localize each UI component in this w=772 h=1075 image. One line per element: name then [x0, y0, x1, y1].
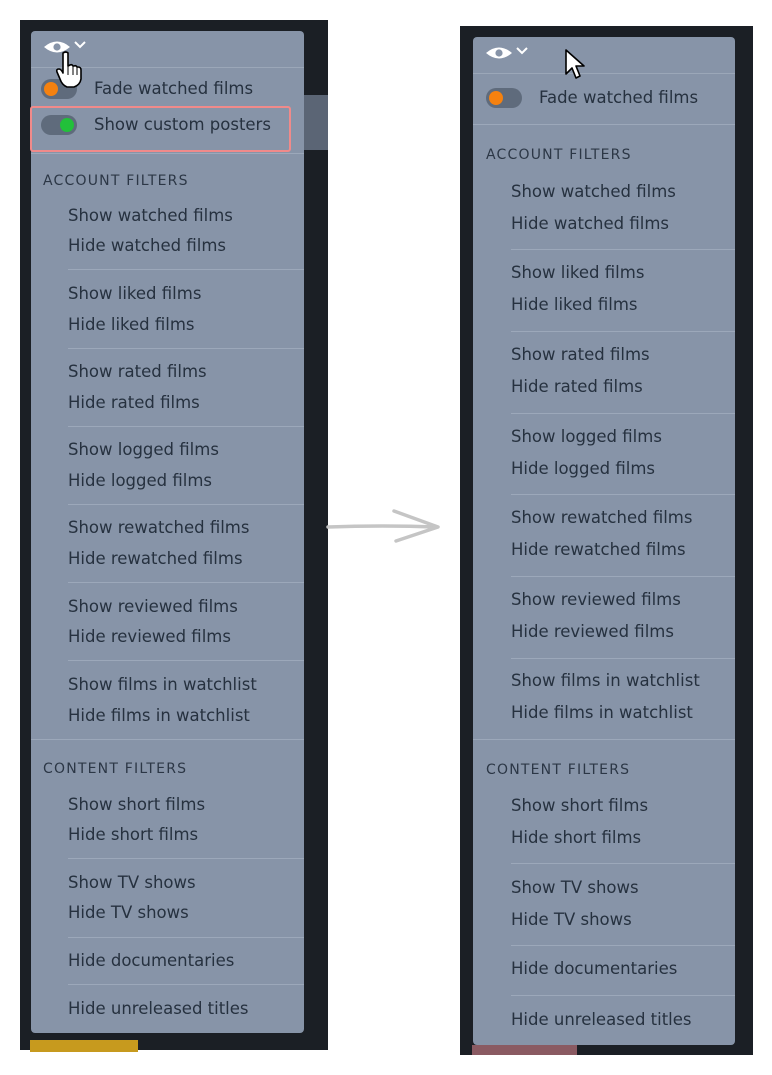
- arrow-cursor-icon: [565, 49, 585, 79]
- filter-item[interactable]: Hide logged films: [511, 459, 655, 478]
- filter-item[interactable]: Hide reviewed films: [68, 627, 231, 646]
- highlight-box: [30, 106, 291, 152]
- divider: [68, 348, 304, 349]
- filter-item[interactable]: Hide rewatched films: [68, 549, 243, 568]
- filter-item[interactable]: Show logged films: [68, 440, 219, 459]
- right-filter-menu: Fade watched films ACCOUNT FILTERS Show …: [473, 37, 735, 1045]
- filter-item[interactable]: Hide short films: [511, 828, 641, 847]
- divider: [68, 984, 304, 985]
- filter-item[interactable]: Show reviewed films: [511, 590, 681, 609]
- left-filter-menu: Fade watched films Show custom posters A…: [31, 31, 304, 1033]
- filter-item[interactable]: Show rated films: [68, 362, 207, 381]
- filter-item[interactable]: Hide rated films: [68, 393, 200, 412]
- left-poster-strip: [304, 95, 328, 150]
- fade-watched-label[interactable]: Fade watched films: [94, 79, 253, 98]
- filter-item[interactable]: Show logged films: [511, 427, 662, 446]
- divider: [68, 660, 304, 661]
- filter-item[interactable]: Hide reviewed films: [511, 622, 674, 641]
- filter-item[interactable]: Show watched films: [511, 182, 676, 201]
- divider: [511, 995, 735, 996]
- hand-pointer-icon: [55, 51, 82, 88]
- right-bottom-poster: [472, 1045, 577, 1055]
- toggle-knob: [489, 91, 503, 105]
- filter-item[interactable]: Show short films: [511, 796, 648, 815]
- filter-item[interactable]: Hide unreleased titles: [68, 999, 249, 1018]
- filter-item[interactable]: Hide liked films: [68, 315, 195, 334]
- filter-item[interactable]: Show reviewed films: [68, 597, 238, 616]
- filter-item[interactable]: Hide TV shows: [68, 903, 189, 922]
- chevron-down-icon[interactable]: [74, 40, 86, 50]
- divider: [511, 331, 735, 332]
- filter-item[interactable]: Hide documentaries: [511, 959, 677, 978]
- divider: [31, 739, 304, 740]
- filter-item[interactable]: Show watched films: [68, 206, 233, 225]
- divider: [68, 269, 304, 270]
- divider: [473, 739, 735, 740]
- divider: [68, 582, 304, 583]
- divider: [511, 494, 735, 495]
- filter-item[interactable]: Hide short films: [68, 825, 198, 844]
- divider: [511, 945, 735, 946]
- filter-item[interactable]: Show films in watchlist: [511, 671, 700, 690]
- filter-item[interactable]: Hide watched films: [68, 236, 226, 255]
- filter-item[interactable]: Hide films in watchlist: [68, 706, 250, 725]
- divider: [511, 863, 735, 864]
- filter-item[interactable]: Hide films in watchlist: [511, 703, 693, 722]
- divider: [68, 426, 304, 427]
- filter-item[interactable]: Show liked films: [68, 284, 201, 303]
- transition-arrow-icon: [326, 509, 440, 543]
- divider: [511, 413, 735, 414]
- divider: [473, 124, 735, 125]
- divider: [511, 249, 735, 250]
- filter-item[interactable]: Show rewatched films: [68, 518, 249, 537]
- chevron-down-icon[interactable]: [516, 46, 528, 56]
- filter-item[interactable]: Show short films: [68, 795, 205, 814]
- filter-item[interactable]: Show liked films: [511, 263, 644, 282]
- divider: [68, 504, 304, 505]
- filter-item[interactable]: Hide rated films: [511, 377, 643, 396]
- divider: [68, 937, 304, 938]
- filter-item[interactable]: Hide logged films: [68, 471, 212, 490]
- divider: [31, 153, 304, 154]
- content-filters-heading: CONTENT FILTERS: [43, 761, 188, 777]
- eye-icon[interactable]: [485, 46, 513, 60]
- filter-item[interactable]: Show rated films: [511, 345, 650, 364]
- divider: [511, 658, 735, 659]
- filter-item[interactable]: Hide TV shows: [511, 910, 632, 929]
- divider: [68, 858, 304, 859]
- left-bottom-poster: [30, 1040, 138, 1052]
- content-filters-heading: CONTENT FILTERS: [486, 762, 631, 778]
- divider: [511, 576, 735, 577]
- filter-item[interactable]: Show films in watchlist: [68, 675, 257, 694]
- filter-item[interactable]: Hide liked films: [511, 295, 638, 314]
- filter-item[interactable]: Hide documentaries: [68, 951, 234, 970]
- filter-item[interactable]: Hide unreleased titles: [511, 1010, 692, 1029]
- filter-item[interactable]: Show TV shows: [68, 873, 196, 892]
- filter-item[interactable]: Hide watched films: [511, 214, 669, 233]
- fade-watched-toggle[interactable]: [486, 88, 522, 108]
- fade-watched-label[interactable]: Fade watched films: [539, 88, 698, 107]
- menu-header: [473, 37, 735, 74]
- filter-item[interactable]: Show rewatched films: [511, 508, 692, 527]
- filter-item[interactable]: Hide rewatched films: [511, 540, 686, 559]
- account-filters-heading: ACCOUNT FILTERS: [486, 147, 632, 163]
- filter-item[interactable]: Show TV shows: [511, 878, 639, 897]
- account-filters-heading: ACCOUNT FILTERS: [43, 173, 189, 189]
